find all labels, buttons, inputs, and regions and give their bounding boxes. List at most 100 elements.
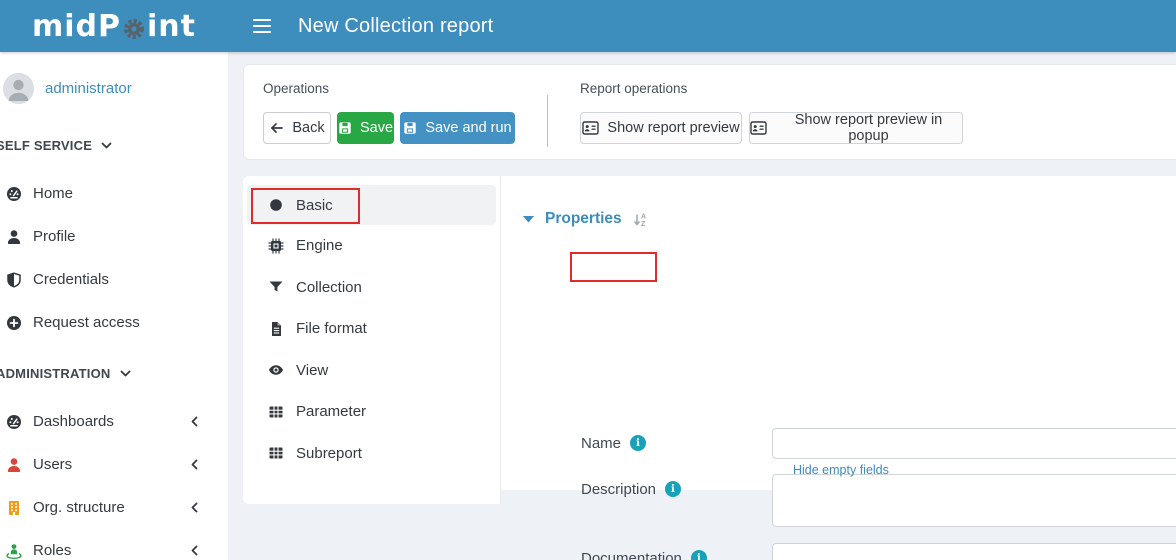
top-navbar: midP int New Collection report <box>0 0 1176 52</box>
microchip-icon <box>268 238 284 254</box>
description-field-label: Description i <box>581 474 756 504</box>
report-operations-group-label: Report operations <box>580 81 687 96</box>
caret-down-icon <box>523 216 534 223</box>
sidebar-item-label: Roles <box>33 542 71 559</box>
chevron-down-icon <box>120 370 131 378</box>
tab-file-format[interactable]: File format <box>243 308 500 350</box>
sort-alpha-icon[interactable]: AZ <box>633 212 648 227</box>
circle-plus-icon <box>6 315 23 331</box>
show-report-preview-popup-button[interactable]: Show report preview in popup <box>749 112 963 144</box>
sidebar-item-dashboards[interactable]: Dashboards <box>0 400 228 443</box>
tab-label: Basic <box>296 197 333 214</box>
svg-text:A: A <box>641 213 646 220</box>
tab-basic[interactable]: Basic <box>247 185 496 225</box>
eye-icon <box>268 362 284 378</box>
table-icon <box>268 445 284 461</box>
documentation-input[interactable] <box>772 543 1176 560</box>
logo-text-post: int <box>147 9 196 44</box>
sidebar-item-label: Users <box>33 456 72 473</box>
divider <box>547 95 548 147</box>
operations-panel: Operations Back Save Save and run Report… <box>243 64 1176 160</box>
page-title: New Collection report <box>298 15 493 38</box>
gauge-icon <box>6 186 23 202</box>
tab-label: Collection <box>296 279 362 296</box>
tab-label: Engine <box>296 237 343 254</box>
sidebar-item-home[interactable]: Home <box>0 172 228 215</box>
gear-logo-icon <box>122 17 146 41</box>
name-input[interactable] <box>772 428 1176 459</box>
field-label-text: Description <box>581 481 656 498</box>
tab-collection[interactable]: Collection <box>243 267 500 309</box>
save-and-run-button-label: Save and run <box>425 120 511 136</box>
sidebar-item-label: Dashboards <box>33 413 114 430</box>
avatar <box>3 73 34 104</box>
circle-icon <box>268 197 284 213</box>
id-card-icon <box>750 121 767 135</box>
back-button[interactable]: Back <box>263 112 331 144</box>
floppy-icon <box>403 121 417 135</box>
user-base-icon <box>6 543 23 559</box>
info-icon[interactable]: i <box>630 435 646 451</box>
save-button[interactable]: Save <box>337 112 394 144</box>
sidebar-item-users[interactable]: Users <box>0 443 228 486</box>
sidebar-item-credentials[interactable]: Credentials <box>0 258 228 301</box>
user-icon <box>6 229 23 245</box>
sidebar-item-label: Home <box>33 185 73 202</box>
sidebar: administrator SELF SERVICE Home Profile … <box>0 52 228 560</box>
save-and-run-button[interactable]: Save and run <box>400 112 515 144</box>
user-name: administrator <box>45 80 132 97</box>
section-label: ADMINISTRATION <box>0 366 111 381</box>
back-button-label: Back <box>292 120 324 136</box>
chevron-left-icon <box>190 545 198 556</box>
chevron-left-icon <box>190 502 198 513</box>
info-icon[interactable]: i <box>691 550 707 560</box>
shield-half-icon <box>6 272 23 288</box>
show-report-preview-label: Show report preview <box>607 120 739 136</box>
arrow-left-icon <box>269 121 284 135</box>
table-icon <box>268 404 284 420</box>
tab-label: View <box>296 362 328 379</box>
section-self-service[interactable]: SELF SERVICE <box>0 138 228 153</box>
floppy-icon <box>338 121 352 135</box>
name-field-label: Name i <box>581 428 756 458</box>
gauge-icon <box>6 414 23 430</box>
sidebar-item-label: Credentials <box>33 271 109 288</box>
section-label: SELF SERVICE <box>0 138 92 153</box>
user-icon <box>6 457 23 473</box>
id-card-icon <box>582 121 599 135</box>
show-report-preview-popup-label: Show report preview in popup <box>775 112 962 144</box>
tab-view[interactable]: View <box>243 350 500 392</box>
sidebar-item-label: Profile <box>33 228 76 245</box>
tab-engine[interactable]: Engine <box>243 225 500 267</box>
report-tabs-panel: Basic Engine Collection File format View… <box>243 176 501 504</box>
sidebar-item-label: Request access <box>33 314 140 331</box>
chevron-left-icon <box>190 459 198 470</box>
tab-label: Parameter <box>296 403 366 420</box>
tab-parameter[interactable]: Parameter <box>243 391 500 433</box>
chevron-down-icon <box>101 142 112 150</box>
logo-text-pre: midP <box>32 9 121 44</box>
show-report-preview-button[interactable]: Show report preview <box>580 112 742 144</box>
section-administration[interactable]: ADMINISTRATION <box>0 366 228 381</box>
properties-section-header[interactable]: Properties AZ <box>523 210 648 228</box>
documentation-field-label: Documentation i <box>581 543 756 560</box>
description-textarea[interactable] <box>772 474 1176 527</box>
hide-empty-fields-link[interactable]: Hide empty fields <box>793 463 889 477</box>
menu-toggle-icon[interactable] <box>253 19 271 33</box>
sidebar-item-profile[interactable]: Profile <box>0 215 228 258</box>
file-icon <box>268 321 284 337</box>
tab-subreport[interactable]: Subreport <box>243 433 500 475</box>
info-icon[interactable]: i <box>665 481 681 497</box>
tab-label: File format <box>296 320 367 337</box>
operations-group-label: Operations <box>263 81 329 96</box>
chevron-left-icon <box>190 416 198 427</box>
midpoint-logo[interactable]: midP int <box>0 0 228 52</box>
tab-label: Subreport <box>296 445 362 462</box>
field-label-text: Name <box>581 435 621 452</box>
sidebar-item-request-access[interactable]: Request access <box>0 301 228 344</box>
sidebar-item-org-structure[interactable]: Org. structure <box>0 486 228 529</box>
basic-form-panel: Properties AZ Name i Description i Docum… <box>501 176 1176 490</box>
sidebar-item-roles[interactable]: Roles <box>0 529 228 560</box>
save-button-label: Save <box>360 120 393 136</box>
user-panel[interactable]: administrator <box>0 52 228 104</box>
